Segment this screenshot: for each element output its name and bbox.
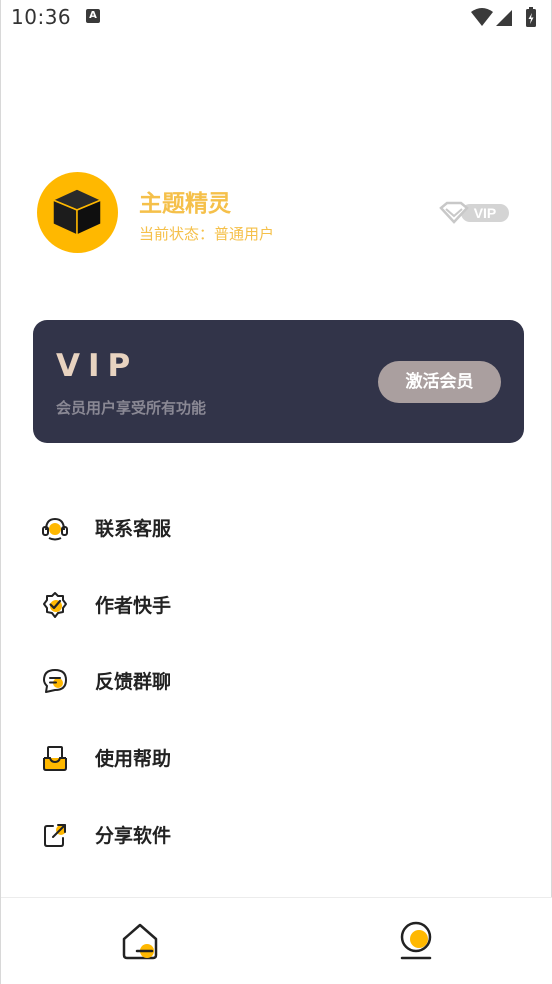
menu-item-label: 联系客服	[95, 518, 172, 540]
menu-item-label: 反馈群聊	[95, 671, 172, 693]
app-screen: 10:36 A 主题精灵 当前状态：普通用户 VIP VIP 会员用户享受所有功…	[0, 0, 552, 984]
avatar[interactable]	[37, 172, 118, 253]
wifi-icon	[471, 8, 493, 26]
vip-card-description: 会员用户享受所有功能	[56, 399, 207, 417]
activate-vip-button[interactable]: 激活会员	[378, 361, 501, 403]
status-icons	[471, 7, 536, 27]
chat-bubble-icon	[43, 669, 67, 693]
menu-item-label: 分享软件	[95, 825, 172, 847]
menu-item-author-kuaishou[interactable]: 作者快手	[1, 574, 552, 634]
profile-status: 当前状态：普通用户	[139, 225, 275, 243]
cube-icon	[51, 188, 103, 237]
vip-badge-text: VIP	[474, 205, 497, 221]
vip-card-title: VIP	[56, 348, 139, 384]
verified-badge-icon	[43, 592, 67, 618]
share-icon	[44, 824, 66, 847]
menu-item-contact-service[interactable]: 联系客服	[1, 497, 552, 557]
menu-item-label: 作者快手	[95, 595, 172, 617]
vip-badge-icon: VIP	[439, 201, 509, 224]
menu-item-help[interactable]: 使用帮助	[1, 727, 552, 787]
vip-card: VIP 会员用户享受所有功能 激活会员	[33, 320, 524, 443]
battery-charging-icon	[526, 7, 536, 27]
customer-service-icon	[42, 517, 68, 541]
menu-item-label: 使用帮助	[95, 748, 172, 770]
signal-icon	[496, 10, 512, 26]
status-time: 10:36	[11, 5, 72, 29]
profile-icon[interactable]	[397, 920, 435, 962]
notification-icon: A	[86, 9, 100, 23]
home-icon[interactable]	[120, 921, 160, 963]
profile-name: 主题精灵	[139, 191, 231, 217]
status-bar: 10:36 A	[1, 0, 552, 36]
menu-item-share-app[interactable]: 分享软件	[1, 804, 552, 864]
menu-item-feedback-group[interactable]: 反馈群聊	[1, 650, 552, 710]
bottom-nav	[1, 897, 552, 984]
inbox-help-icon	[43, 746, 67, 771]
